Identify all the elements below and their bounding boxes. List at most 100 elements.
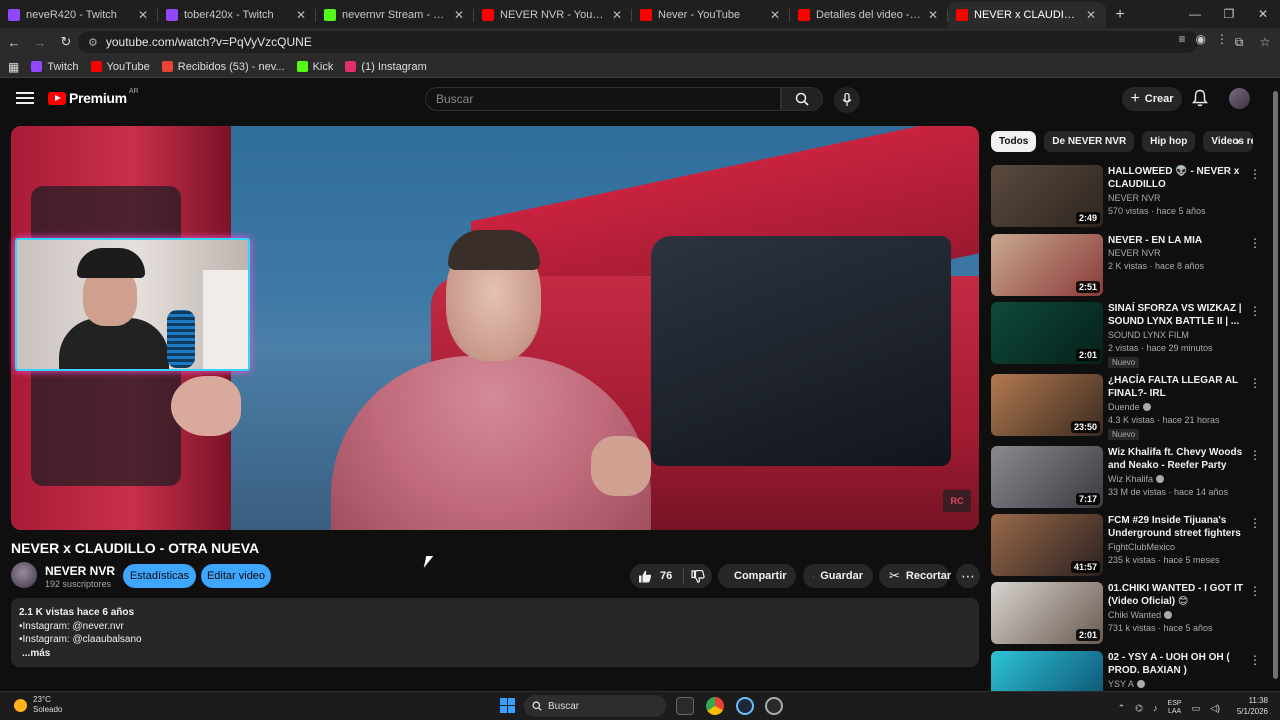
close-window-icon[interactable]: ✕ xyxy=(1246,0,1280,28)
tab-close-icon[interactable]: ✕ xyxy=(926,8,940,22)
bookmark-item[interactable]: Kick xyxy=(296,61,333,73)
bookmark-star-icon[interactable]: ☆ xyxy=(1256,32,1274,52)
recommendation-channel[interactable]: Duende xyxy=(1108,402,1151,412)
site-info-icon[interactable]: ⚙ xyxy=(88,36,98,49)
chrome-icon[interactable] xyxy=(706,697,724,715)
more-options-icon[interactable]: ⋮ xyxy=(1249,448,1261,462)
search-button[interactable] xyxy=(781,87,823,111)
browser-tab[interactable]: Detalles del video - YouTube St ✕ xyxy=(790,2,948,28)
bookmark-item[interactable]: Twitch xyxy=(31,61,79,73)
notifications-icon[interactable] xyxy=(1192,89,1210,109)
channel-avatar[interactable] xyxy=(11,562,37,588)
more-options-icon[interactable]: ⋮ xyxy=(1249,516,1261,530)
reload-icon[interactable]: ↻ xyxy=(54,30,78,54)
more-options-icon[interactable]: ⋮ xyxy=(1249,236,1261,250)
tab-close-icon[interactable]: ✕ xyxy=(610,8,624,22)
browser-tab[interactable]: neveR420 - Twitch ✕ xyxy=(0,2,158,28)
more-options-icon[interactable]: ⋮ xyxy=(1249,584,1261,598)
recommendation-item[interactable]: 2:49 HALLOWEED 👽 - NEVER x CLAUDILLO NEVER… xyxy=(991,165,1261,229)
weather-widget[interactable]: 23°C Soleado xyxy=(14,695,62,715)
more-options-icon[interactable]: ⋮ xyxy=(1249,304,1261,318)
recommendation-item[interactable]: 2:01 SINAÍ SFORZA VS WIZKAZ | SOUND LYNX … xyxy=(991,302,1261,368)
volume-icon[interactable]: ◁) xyxy=(1210,703,1220,714)
recommendation-channel[interactable]: FightClubMexico xyxy=(1108,542,1175,552)
search-input[interactable]: Buscar xyxy=(425,87,781,111)
video-thumbnail[interactable]: 2:01 xyxy=(991,582,1103,644)
recommendation-title[interactable]: HALLOWEED 👽 - NEVER x CLAUDILLO xyxy=(1108,165,1243,191)
more-actions-button[interactable]: ⋯ xyxy=(956,564,980,588)
system-clock[interactable]: 11:38 5/1/2026 xyxy=(1237,695,1268,717)
video-thumbnail[interactable]: 2:01 xyxy=(991,302,1103,364)
new-tab-icon[interactable]: + xyxy=(1106,2,1134,28)
tab-close-icon[interactable]: ✕ xyxy=(452,8,466,22)
steam-icon[interactable] xyxy=(736,697,754,715)
recommendation-item[interactable]: 2:01 01.CHIKI WANTED - I GOT IT (Video Of… xyxy=(991,582,1261,646)
recommendation-channel[interactable]: Chiki Wanted xyxy=(1108,610,1173,620)
mic-tray-icon[interactable]: ♪ xyxy=(1153,703,1158,713)
monitor-icon[interactable]: ▭ xyxy=(1192,703,1201,714)
video-thumbnail[interactable]: 7:17 xyxy=(991,446,1103,508)
address-bar[interactable]: ⚙ youtube.com/watch?v=PqVyVzcQUNE xyxy=(78,31,1198,53)
bookmark-item[interactable]: Recibidos (53) - nev... xyxy=(161,61,285,73)
tab-close-icon[interactable]: ✕ xyxy=(768,8,782,22)
recommendation-title[interactable]: 01.CHIKI WANTED - I GOT IT (Video Oficia… xyxy=(1108,582,1243,608)
browser-tab[interactable]: Never - YouTube ✕ xyxy=(632,2,790,28)
filter-chip[interactable]: De NEVER NVR xyxy=(1044,131,1135,152)
recommendation-channel[interactable]: YSY A xyxy=(1108,679,1145,689)
tab-close-icon[interactable]: ✕ xyxy=(294,8,308,22)
browser-tab[interactable]: NEVER x CLAUDILLO - OTRA NU ✕ xyxy=(948,2,1106,28)
more-options-icon[interactable]: ⋮ xyxy=(1249,376,1261,390)
share-button[interactable]: Compartir xyxy=(718,564,796,588)
recommendation-item[interactable]: 41:57 FCM #29 Inside Tijuana's Undergroun… xyxy=(991,514,1261,578)
language-indicator[interactable]: ESP LAA xyxy=(1168,700,1182,716)
bookmark-item[interactable]: (1) Instagram xyxy=(345,61,427,73)
restore-icon[interactable]: ❐ xyxy=(1212,0,1246,28)
video-thumbnail[interactable]: 2:51 xyxy=(991,234,1103,296)
filter-chip[interactable]: Todos xyxy=(991,131,1037,152)
youtube-premium-logo[interactable]: Premium AR xyxy=(48,88,139,106)
recommendation-title[interactable]: FCM #29 Inside Tijuana's Underground str… xyxy=(1108,514,1243,540)
edit-video-button[interactable]: Editar video xyxy=(201,564,271,588)
recommendation-title[interactable]: Wiz Khalifa ft. Chevy Woods and Neako - … xyxy=(1108,446,1243,472)
profile-icon[interactable]: ◉ xyxy=(1196,32,1206,46)
channel-name[interactable]: NEVER NVR xyxy=(45,564,115,578)
windows-start-icon[interactable] xyxy=(500,698,515,713)
back-icon[interactable]: ← xyxy=(2,30,26,54)
file-explorer-icon[interactable] xyxy=(676,697,694,715)
stats-button[interactable]: Estadísticas xyxy=(123,564,196,588)
recommendation-item[interactable]: 7:17 Wiz Khalifa ft. Chevy Woods and Neak… xyxy=(991,446,1261,510)
tab-close-icon[interactable]: ✕ xyxy=(136,8,150,22)
media-icon[interactable]: ≡ xyxy=(1179,32,1186,46)
more-options-icon[interactable]: ⋮ xyxy=(1249,653,1261,667)
recommendation-item[interactable]: 23:50 ¿HACÍA FALTA LLEGAR AL FINAL?- IRL D… xyxy=(991,374,1261,440)
menu-icon[interactable]: ⋮ xyxy=(1216,32,1228,46)
voice-search-button[interactable] xyxy=(834,87,860,113)
tab-close-icon[interactable]: ✕ xyxy=(1084,8,1098,22)
tray-chevron-icon[interactable]: ⌃ xyxy=(1118,703,1126,714)
browser-tab[interactable]: tober420x - Twitch ✕ xyxy=(158,2,316,28)
recommendation-title[interactable]: SINAÍ SFORZA VS WIZKAZ | SOUND LYNX BATT… xyxy=(1108,302,1243,328)
install-app-icon[interactable]: ⧉ xyxy=(1230,32,1248,52)
taskbar-search[interactable]: Buscar xyxy=(524,695,666,717)
video-thumbnail[interactable]: 2:49 xyxy=(991,165,1103,227)
dislike-button[interactable] xyxy=(684,569,712,583)
account-avatar[interactable] xyxy=(1229,88,1250,109)
clip-button[interactable]: ✂ Recortar xyxy=(879,564,951,588)
bookmark-item[interactable]: YouTube xyxy=(90,61,150,73)
save-button[interactable]: Guardar xyxy=(803,564,873,588)
recommendation-channel[interactable]: SOUND LYNX FILM xyxy=(1108,330,1189,340)
channel-watermark[interactable]: RC xyxy=(943,490,971,512)
recommendation-title[interactable]: 02 - YSY A - UOH OH OH ( PROD. BAXIAN ) xyxy=(1108,651,1243,677)
filter-chip[interactable]: Videos re xyxy=(1203,131,1254,152)
filter-chip[interactable]: Hip hop xyxy=(1142,131,1196,152)
recommendation-item[interactable]: 2:51 NEVER - EN LA MIA NEVER NVR 2 K vistas… xyxy=(991,234,1261,298)
like-button[interactable]: 76 xyxy=(630,568,684,584)
show-more-link[interactable]: ...más xyxy=(22,647,971,661)
create-button[interactable]: + Crear xyxy=(1122,87,1182,111)
recommendation-channel[interactable]: NEVER NVR xyxy=(1108,193,1161,203)
description-box[interactable]: 2.1 K vistas hace 6 años •Instagram: @ne… xyxy=(11,598,979,667)
video-thumbnail[interactable]: 41:57 xyxy=(991,514,1103,576)
app-icon[interactable] xyxy=(765,697,783,715)
network-icon[interactable]: ⌬ xyxy=(1135,703,1143,714)
browser-tab[interactable]: NEVER NVR - YouTube ✕ xyxy=(474,2,632,28)
